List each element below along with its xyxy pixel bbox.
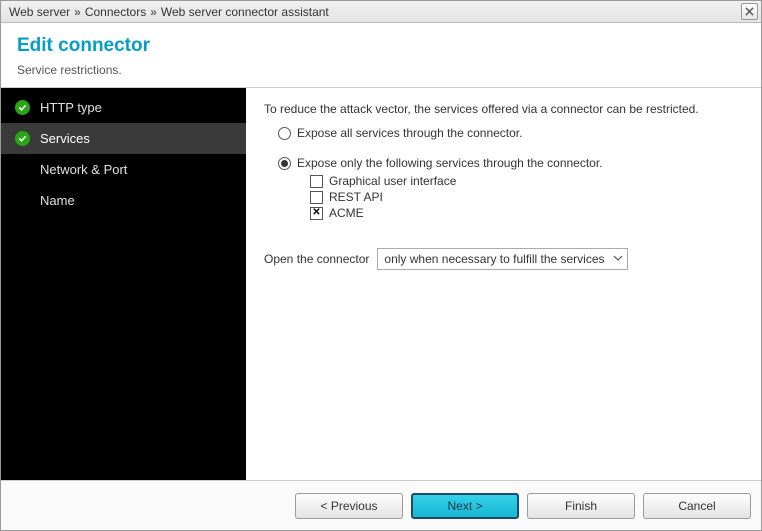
step-name[interactable]: Name	[1, 185, 246, 216]
radio-icon[interactable]	[278, 127, 291, 140]
service-label: REST API	[329, 190, 383, 204]
finish-button[interactable]: Finish	[527, 493, 635, 519]
title-bar: Web server » Connectors » Web server con…	[1, 1, 761, 23]
checkbox-icon[interactable]	[310, 191, 323, 204]
service-acme[interactable]: ACME	[310, 206, 743, 220]
previous-button[interactable]: < Previous	[295, 493, 403, 519]
cancel-button[interactable]: Cancel	[643, 493, 751, 519]
dialog-window: Web server » Connectors » Web server con…	[0, 0, 762, 531]
content-panel: To reduce the attack vector, the service…	[246, 88, 761, 480]
step-label: Name	[40, 193, 75, 208]
step-label: Services	[40, 131, 90, 146]
step-icon-empty	[15, 193, 30, 208]
option-label: Expose only the following services throu…	[297, 156, 603, 170]
breadcrumb-separator: »	[150, 5, 157, 19]
page-title: Edit connector	[17, 35, 745, 57]
open-connector-row: Open the connector only when necessary t…	[264, 248, 743, 270]
breadcrumb-part: Connectors	[85, 5, 146, 19]
close-icon	[745, 5, 754, 19]
step-label: Network & Port	[40, 162, 127, 177]
breadcrumb-part: Web server connector assistant	[161, 5, 329, 19]
option-label: Expose all services through the connecto…	[297, 126, 522, 140]
dialog-footer: < Previous Next > Finish Cancel	[1, 480, 761, 530]
option-expose-selected[interactable]: Expose only the following services throu…	[278, 156, 743, 170]
chevron-down-icon	[613, 252, 623, 266]
step-network-port[interactable]: Network & Port	[1, 154, 246, 185]
checkbox-icon[interactable]	[310, 207, 323, 220]
dialog-header: Edit connector Service restrictions.	[1, 23, 761, 88]
check-done-icon	[15, 100, 30, 115]
service-label: ACME	[329, 206, 364, 220]
open-connector-label: Open the connector	[264, 252, 369, 266]
select-value: only when necessary to fulfill the servi…	[384, 252, 604, 266]
breadcrumb-part: Web server	[9, 5, 70, 19]
breadcrumb-separator: »	[74, 5, 81, 19]
step-icon-empty	[15, 162, 30, 177]
step-label: HTTP type	[40, 100, 102, 115]
option-expose-all[interactable]: Expose all services through the connecto…	[278, 126, 743, 140]
intro-text: To reduce the attack vector, the service…	[264, 102, 743, 116]
wizard-sidebar: HTTP type Services Network & Port Name	[1, 88, 246, 480]
dialog-body: HTTP type Services Network & Port Name T…	[1, 88, 761, 480]
close-button[interactable]	[741, 3, 758, 20]
check-done-icon	[15, 131, 30, 146]
step-services[interactable]: Services	[1, 123, 246, 154]
service-label: Graphical user interface	[329, 174, 456, 188]
open-connector-select[interactable]: only when necessary to fulfill the servi…	[377, 248, 627, 270]
next-button[interactable]: Next >	[411, 493, 519, 519]
radio-icon[interactable]	[278, 157, 291, 170]
step-http-type[interactable]: HTTP type	[1, 92, 246, 123]
service-gui[interactable]: Graphical user interface	[310, 174, 743, 188]
checkbox-icon[interactable]	[310, 175, 323, 188]
service-rest-api[interactable]: REST API	[310, 190, 743, 204]
page-subtitle: Service restrictions.	[17, 63, 745, 77]
